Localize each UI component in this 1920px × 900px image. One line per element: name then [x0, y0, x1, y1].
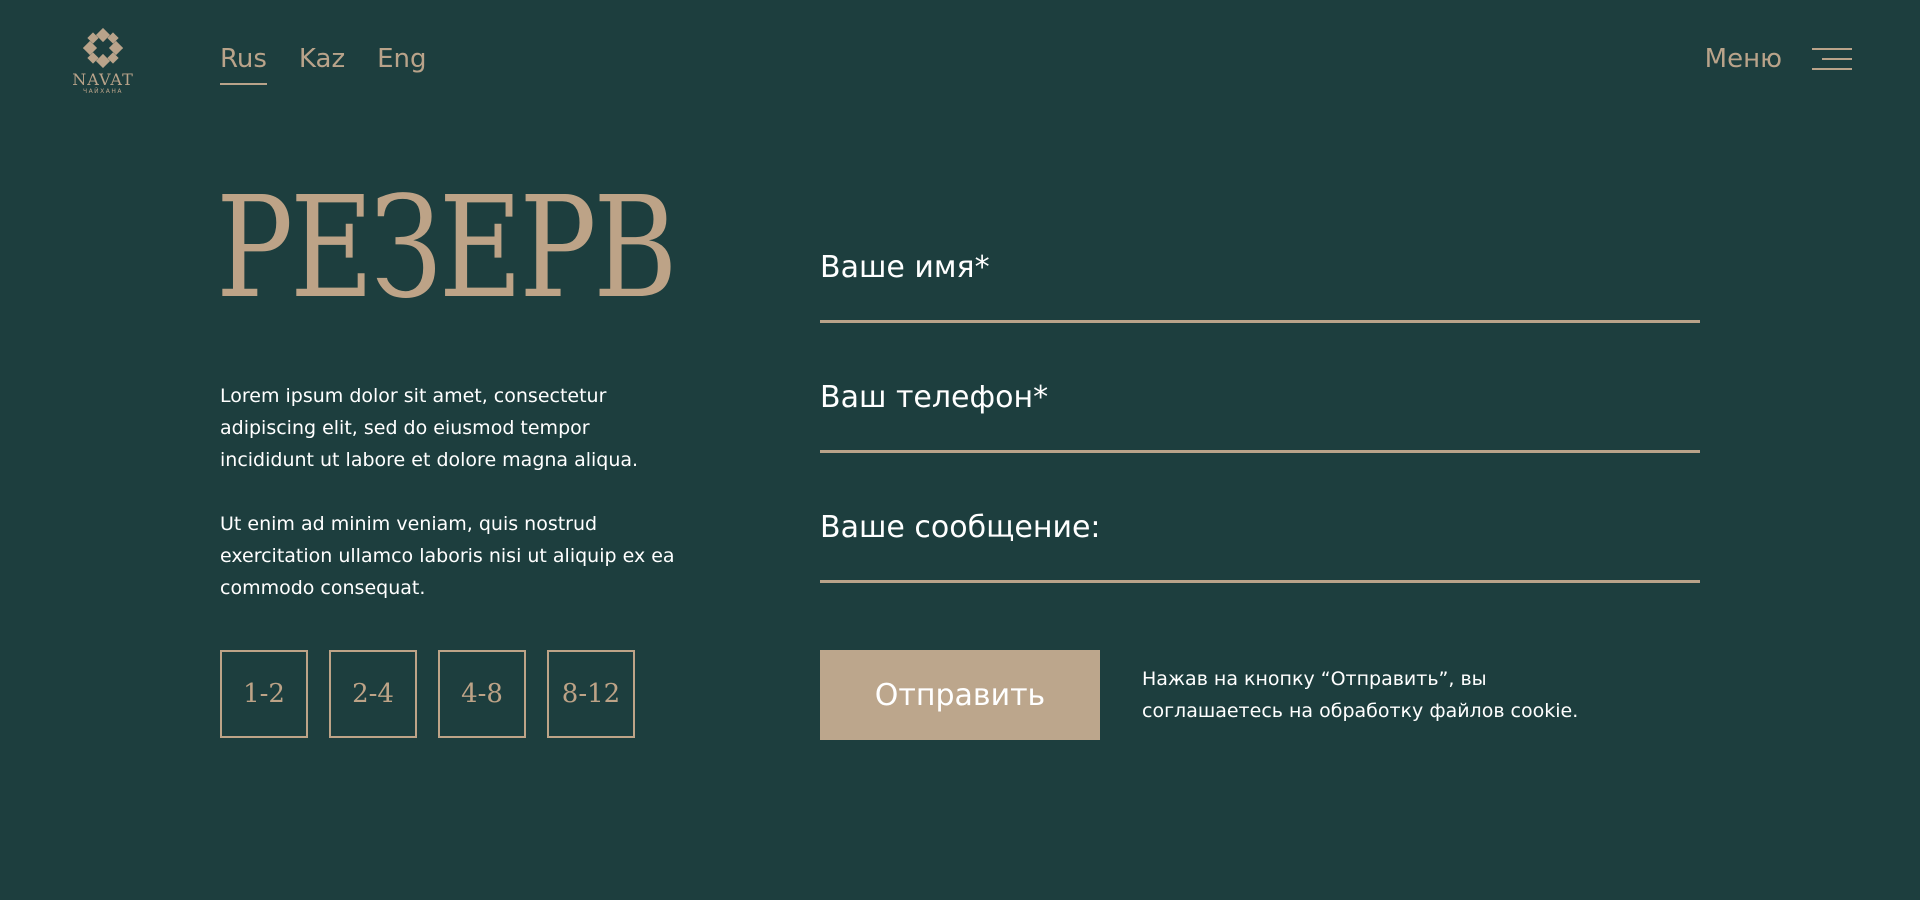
logo-ornament-icon	[83, 28, 123, 68]
guests-option-1-2[interactable]: 1-2	[220, 650, 308, 738]
message-input[interactable]	[820, 500, 1704, 582]
name-input[interactable]	[820, 240, 1704, 322]
logo-name: NAVAT	[72, 70, 134, 89]
menu-button[interactable]: Меню	[1705, 44, 1852, 74]
description-paragraph-1: Lorem ipsum dolor sit amet, consectetur …	[220, 385, 639, 471]
page-title: РЕЗЕРВ	[216, 167, 678, 330]
description: Lorem ipsum dolor sit amet, consectetur …	[220, 380, 680, 636]
lang-kaz-link[interactable]: Kaz	[299, 44, 345, 85]
guest-count-selector: 1-2 2-4 4-8 8-12	[220, 650, 635, 738]
menu-label: Меню	[1704, 44, 1782, 74]
reservation-form: Ваше имя* Ваш телефон* Ваше сообщение:	[820, 240, 1704, 630]
phone-field: Ваш телефон*	[820, 370, 1704, 453]
guests-option-8-12[interactable]: 8-12	[547, 650, 635, 738]
name-field: Ваше имя*	[820, 240, 1704, 323]
phone-input[interactable]	[820, 370, 1704, 452]
description-paragraph-2: Ut enim ad minim veniam, quis nostrud ex…	[220, 513, 675, 599]
language-switcher: Rus Kaz Eng	[220, 44, 427, 85]
lang-eng-link[interactable]: Eng	[377, 44, 426, 85]
message-field: Ваше сообщение:	[820, 500, 1704, 583]
hamburger-icon[interactable]	[1812, 46, 1852, 72]
logo-subtitle: ЧАЙХАНА	[82, 88, 124, 95]
guests-option-2-4[interactable]: 2-4	[329, 650, 417, 738]
submit-row: Отправить Нажав на кнопку “Отправить”, в…	[820, 650, 1612, 740]
submit-button[interactable]: Отправить	[820, 650, 1100, 740]
logo[interactable]: NAVAT ЧАЙХАНА	[66, 28, 140, 96]
lang-rus-link[interactable]: Rus	[220, 44, 267, 85]
guests-option-4-8[interactable]: 4-8	[438, 650, 526, 738]
cookie-consent-text: Нажав на кнопку “Отправить”, вы соглашае…	[1142, 668, 1579, 722]
